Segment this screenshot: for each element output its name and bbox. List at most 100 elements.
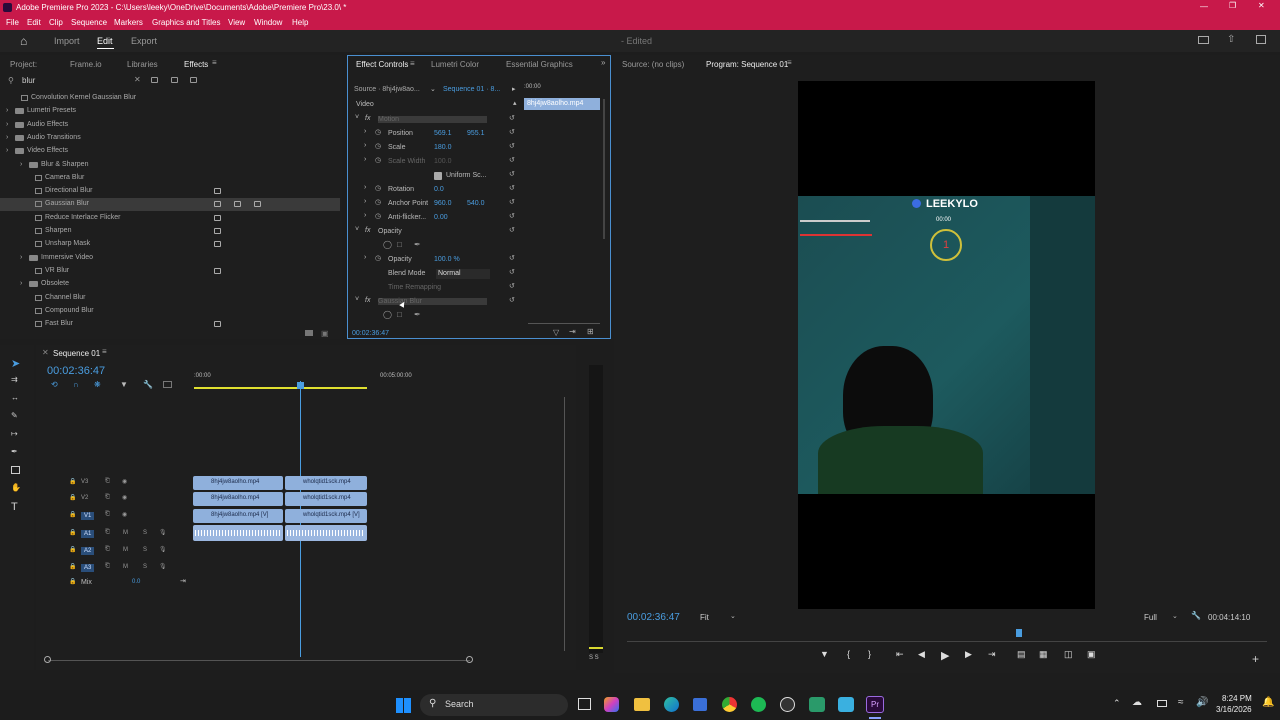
uniform-scale-row[interactable]: Uniform Sc... ↺ [348, 170, 523, 182]
chevron-down-icon[interactable]: ˅ [355, 226, 359, 233]
tab-lumetri-color[interactable]: Lumetri Color [431, 60, 479, 69]
razor-icon[interactable]: ✎ [11, 411, 18, 420]
maximize-icon[interactable]: ❐ [1229, 1, 1236, 10]
scroll-up-icon[interactable]: ▴ [513, 99, 517, 107]
reset-icon[interactable]: ↺ [509, 268, 515, 276]
tab-sequence[interactable]: Sequence 01 [53, 349, 100, 358]
play-icon[interactable]: ▶ [941, 649, 949, 662]
work-area-bar[interactable] [194, 387, 367, 389]
captions-icon[interactable] [163, 381, 172, 388]
pen-icon[interactable]: ✒ [11, 447, 18, 456]
import-tab[interactable]: Import [54, 36, 80, 46]
reset-icon[interactable]: ↺ [509, 170, 515, 178]
time-remap-row[interactable]: Time Remapping ↺ [348, 282, 523, 294]
panel-menu-icon[interactable]: ≡ [410, 59, 415, 68]
minimize-icon[interactable]: — [1200, 2, 1208, 11]
tab-effect-controls[interactable]: Effect Controls [356, 60, 408, 69]
scale-row[interactable]: ◷ › Scale 180.0 ↺ [348, 142, 523, 154]
property-value[interactable]: 0.0 [434, 186, 444, 193]
camera-icon[interactable]: ◫ [1064, 649, 1073, 660]
stopwatch-icon[interactable]: ◷ [375, 128, 381, 136]
close-icon[interactable]: ✕ [1258, 1, 1265, 10]
lock-icon[interactable]: 🔒 [69, 546, 76, 553]
stopwatch-icon[interactable]: ◷ [375, 254, 381, 262]
effects-search-input[interactable]: blur [22, 76, 35, 85]
sync-lock-icon[interactable]: ⎗ [105, 478, 110, 485]
app2-icon[interactable] [838, 697, 854, 712]
reset-icon[interactable]: ↺ [509, 156, 515, 164]
meter-solo-label[interactable]: S S [589, 655, 599, 661]
new-bin-icon[interactable] [305, 330, 313, 336]
pen-mask-icon[interactable]: ✒ [414, 310, 421, 319]
marker-icon[interactable]: ▼ [120, 380, 128, 389]
reset-icon[interactable]: ↺ [509, 198, 515, 206]
rectangle-mask-icon[interactable]: □ [397, 240, 402, 249]
add-button-icon[interactable]: + [1252, 652, 1259, 666]
play-icon[interactable]: ▸ [512, 85, 516, 93]
lock-icon[interactable]: 🔒 [69, 478, 76, 485]
expand-chevron-icon[interactable]: › [364, 184, 366, 191]
panel-menu-icon[interactable]: ≡ [102, 347, 107, 356]
expand-chevron-icon[interactable]: › [6, 107, 8, 114]
clock-time[interactable]: 8:24 PM [1222, 694, 1252, 703]
mark-out-icon[interactable]: } [868, 649, 871, 659]
property-value[interactable]: 960.0 [434, 200, 452, 207]
store-icon[interactable] [693, 698, 707, 711]
audio-clip[interactable] [285, 525, 367, 541]
effect-row[interactable]: › Obsolete [0, 278, 340, 291]
track-id[interactable]: A1 [81, 530, 95, 538]
property-value[interactable]: 569.1 [434, 130, 452, 137]
effect-row[interactable]: › Lumetri Presets [0, 105, 340, 118]
stopwatch-icon[interactable]: ◷ [375, 212, 381, 220]
pen-mask-icon[interactable]: ✒ [414, 240, 421, 249]
expand-chevron-icon[interactable]: › [6, 147, 8, 154]
reset-icon[interactable]: ↺ [509, 212, 515, 220]
track-id[interactable]: A2 [81, 547, 95, 555]
panel-menu-icon[interactable]: ≡ [212, 58, 217, 67]
timeline-close-icon[interactable]: ✕ [42, 348, 49, 357]
app-icon[interactable] [780, 697, 795, 712]
stopwatch-icon[interactable]: ◷ [375, 198, 381, 206]
expand-chevron-icon[interactable]: › [364, 128, 366, 135]
snap-icon[interactable]: ∩ [73, 380, 79, 389]
property-value[interactable]: 0.00 [434, 214, 448, 221]
opacity-row[interactable]: ◷ › Opacity 100.0 % ↺ [348, 254, 523, 266]
menu-help[interactable]: Help [292, 18, 308, 27]
slip-icon[interactable]: ↦ [11, 429, 18, 438]
battery-icon[interactable] [1157, 700, 1167, 707]
video-clip[interactable]: wholqtid1sck.mp4 [V] [285, 509, 367, 523]
fullscreen-icon[interactable] [1256, 35, 1266, 44]
notification-icon[interactable]: 🔔 [1262, 697, 1274, 708]
expand-chevron-icon[interactable]: › [20, 161, 22, 168]
property-value[interactable]: 100.0 [434, 158, 452, 165]
effect-row[interactable]: Gaussian Blur [0, 198, 340, 212]
go-to-out-icon[interactable]: ⇥ [988, 649, 996, 660]
selection-tool-icon[interactable]: ➤ [11, 357, 20, 370]
tab-program[interactable]: Program: Sequence 01 [706, 60, 788, 69]
lock-icon[interactable]: 🔒 [69, 494, 76, 501]
home-icon[interactable]: ⌂ [20, 34, 27, 48]
effect-row[interactable]: › Video Effects [0, 145, 340, 158]
yuv-filter-icon[interactable] [190, 77, 197, 83]
insert-icon[interactable]: ▤ [1017, 649, 1026, 660]
wrench-icon[interactable]: 🔧 [1191, 611, 1201, 620]
effect-row[interactable]: Camera Blur [0, 172, 340, 185]
task-view-icon[interactable] [578, 698, 591, 710]
lock-icon[interactable]: 🔒 [69, 529, 76, 536]
reset-icon[interactable]: ↺ [509, 114, 515, 122]
effect-row[interactable]: Channel Blur [0, 292, 340, 305]
go-to-in-icon[interactable]: ⇤ [896, 649, 904, 660]
quick-export-icon[interactable] [1198, 36, 1209, 44]
rotation-row[interactable]: ◷ › Rotation 0.0 ↺ [348, 184, 523, 196]
effect-row[interactable]: › Audio Transitions [0, 132, 340, 145]
audio-clip[interactable] [193, 525, 283, 541]
mix-value[interactable]: 0.0 [132, 579, 140, 585]
xbox-icon[interactable] [809, 697, 825, 712]
effect-row[interactable]: VR Blur [0, 265, 340, 278]
track-id[interactable]: V3 [81, 479, 88, 485]
antiflicker-row[interactable]: ◷ › Anti-flicker... 0.00 ↺ [348, 212, 523, 224]
track-id[interactable]: V1 [81, 512, 95, 520]
sync-lock-icon[interactable]: ⎗ [105, 563, 110, 570]
menu-window[interactable]: Window [254, 18, 282, 27]
linked-selection-icon[interactable]: ❋ [94, 380, 101, 389]
